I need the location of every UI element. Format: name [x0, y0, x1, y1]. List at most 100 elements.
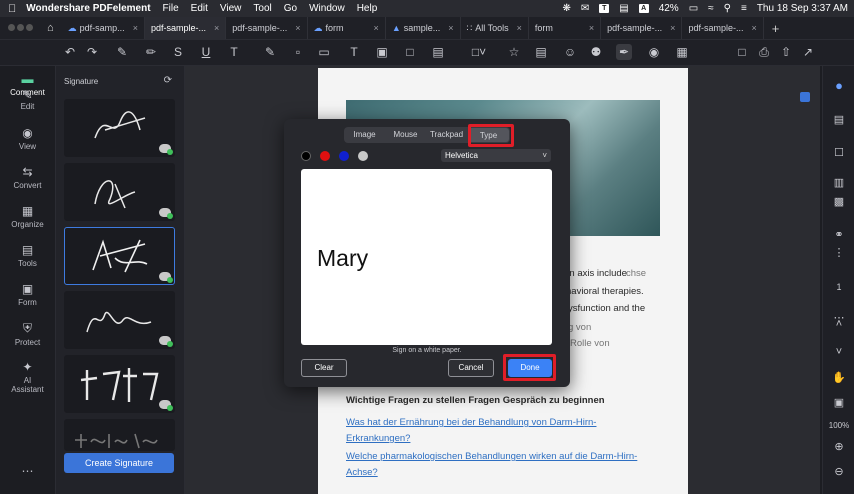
- menu-go[interactable]: Go: [284, 3, 297, 14]
- layers-icon[interactable]: [800, 92, 810, 102]
- panel-list-icon[interactable]: ▤: [823, 113, 854, 126]
- callout-icon[interactable]: □: [402, 44, 418, 60]
- create-signature-button[interactable]: Create Signature: [64, 453, 174, 473]
- properties-icon[interactable]: ▥: [823, 176, 854, 189]
- signature-card[interactable]: [64, 291, 175, 349]
- eraser-alt-icon[interactable]: ▭: [316, 44, 332, 60]
- apple-icon[interactable]: : [8, 3, 16, 15]
- eye-icon[interactable]: ◉: [646, 44, 662, 60]
- close-icon[interactable]: ×: [589, 23, 594, 33]
- tab-form-2[interactable]: form ×: [529, 17, 602, 39]
- hand-tool-icon[interactable]: ✋: [823, 371, 854, 384]
- doc-link-2b[interactable]: Achse?: [346, 467, 378, 478]
- close-icon[interactable]: ×: [295, 23, 300, 33]
- more-icon[interactable]: ⋯: [0, 464, 55, 478]
- color-red-swatch[interactable]: [320, 151, 330, 161]
- page-down-icon[interactable]: ˅: [823, 346, 854, 358]
- comment-list-icon[interactable]: ☐: [823, 146, 854, 159]
- sticker-icon[interactable]: ☺: [562, 44, 578, 60]
- share-icon[interactable]: ↗: [800, 44, 816, 60]
- clip-icon[interactable]: ⚭: [823, 228, 854, 241]
- tab-pdf-samp-1[interactable]: ☁ pdf-samp... ×: [62, 17, 145, 39]
- tab-image[interactable]: Image: [344, 127, 385, 143]
- cancel-button[interactable]: Cancel: [448, 359, 494, 377]
- signature-canvas[interactable]: Mary: [301, 169, 552, 345]
- font-select[interactable]: Helvetica ˅: [441, 149, 551, 162]
- zoom-level[interactable]: 100%: [823, 421, 854, 430]
- tab-pdf-sample-5[interactable]: pdf-sample-... ×: [682, 17, 764, 39]
- text-style-icon[interactable]: T: [226, 44, 242, 60]
- tab-trackpad[interactable]: Trackpad: [426, 127, 467, 143]
- close-icon[interactable]: ×: [517, 23, 522, 33]
- typed-signature-text[interactable]: Mary: [317, 245, 368, 272]
- strikethrough-icon[interactable]: S: [170, 44, 186, 60]
- tab-pdf-sample-2[interactable]: pdf-sample-... ×: [144, 17, 227, 39]
- app-name[interactable]: Wondershare PDFelement: [26, 3, 150, 14]
- annotation-list-icon[interactable]: ▦: [674, 44, 690, 60]
- doc-link-2[interactable]: Welche pharmakologischen Behandlungen wi…: [346, 451, 637, 462]
- close-icon[interactable]: ×: [133, 23, 138, 33]
- rail-convert[interactable]: ⇆ Convert: [0, 165, 55, 190]
- datetime[interactable]: Thu 18 Sep 3:37 AM: [757, 3, 848, 14]
- menu-file[interactable]: File: [163, 3, 179, 14]
- signature-card[interactable]: [64, 163, 175, 221]
- page-up-icon[interactable]: ˄: [823, 318, 854, 330]
- wifi-icon[interactable]: ≈: [708, 3, 714, 14]
- note-icon[interactable]: ▤: [430, 44, 446, 60]
- pen-icon[interactable]: ✎: [114, 44, 130, 60]
- spinner-icon[interactable]: ❋: [562, 3, 570, 14]
- signature-card-selected[interactable]: [64, 227, 175, 285]
- signature-card[interactable]: [64, 355, 175, 413]
- t-status-icon[interactable]: T: [599, 4, 610, 13]
- close-icon[interactable]: ×: [214, 23, 219, 33]
- color-black-swatch[interactable]: [301, 151, 311, 161]
- battery-icon[interactable]: ▭: [689, 3, 698, 14]
- fit-page-icon[interactable]: ▣: [823, 396, 854, 409]
- menu-view[interactable]: View: [220, 3, 242, 14]
- rail-ai-assistant[interactable]: ✦ AI Assistant: [0, 360, 55, 394]
- signature-card[interactable]: [64, 419, 175, 451]
- attachments-icon[interactable]: ▩: [823, 195, 854, 208]
- tab-pdf-sample-4[interactable]: pdf-sample-... ×: [601, 17, 683, 39]
- textbox-icon[interactable]: ▣: [374, 44, 390, 60]
- color-blue-swatch[interactable]: [339, 151, 349, 161]
- zoom-in-icon[interactable]: ⊕: [823, 440, 854, 453]
- display-icon[interactable]: ▤: [619, 3, 628, 14]
- home-icon[interactable]: ⌂: [39, 22, 62, 34]
- rail-tools[interactable]: ▤ Tools: [0, 243, 55, 268]
- eraser-icon[interactable]: ▫: [290, 44, 306, 60]
- a-status-icon[interactable]: A: [638, 4, 649, 13]
- close-icon[interactable]: ×: [670, 23, 675, 33]
- underline-icon[interactable]: U: [198, 44, 214, 60]
- menu-help[interactable]: Help: [357, 3, 378, 14]
- color-gray-swatch[interactable]: [358, 151, 368, 161]
- rail-form[interactable]: ▣ Form: [0, 282, 55, 307]
- print-icon[interactable]: ⎙: [756, 44, 772, 60]
- text-icon[interactable]: T: [346, 44, 362, 60]
- close-icon[interactable]: ×: [374, 23, 379, 33]
- doc-link-1[interactable]: Was hat der Ernährung bei der Behandlung…: [346, 417, 596, 428]
- tab-mouse[interactable]: Mouse: [385, 127, 426, 143]
- rail-view[interactable]: ◉ View: [0, 126, 55, 151]
- assistant-icon[interactable]: ●: [823, 78, 854, 93]
- control-center-icon[interactable]: ≡: [741, 3, 747, 14]
- save-icon[interactable]: □: [734, 44, 750, 60]
- tab-form-1[interactable]: ☁ form ×: [308, 17, 386, 39]
- stamp-icon[interactable]: ☆: [506, 44, 522, 60]
- menu-edit[interactable]: Edit: [191, 3, 208, 14]
- upload-icon[interactable]: ⇧: [778, 44, 794, 60]
- highlight-icon[interactable]: ✏: [143, 44, 159, 60]
- zoom-out-icon[interactable]: ⊖: [823, 465, 854, 478]
- clear-button[interactable]: Clear: [301, 359, 347, 377]
- signature-icon[interactable]: ✒: [616, 44, 632, 60]
- rail-edit-label[interactable]: Edit: [0, 102, 55, 111]
- shape-icon[interactable]: □˅: [466, 44, 492, 60]
- page-number[interactable]: 1: [823, 282, 854, 292]
- more-vertical-icon[interactable]: ⋮: [823, 246, 854, 259]
- close-icon[interactable]: ×: [751, 23, 756, 33]
- tab-sample[interactable]: ▲ sample... ×: [386, 17, 461, 39]
- tab-pdf-sample-3[interactable]: pdf-sample-... ×: [226, 17, 308, 39]
- menu-window[interactable]: Window: [309, 3, 345, 14]
- close-icon[interactable]: ×: [448, 23, 453, 33]
- person-icon[interactable]: ⚉: [588, 44, 604, 60]
